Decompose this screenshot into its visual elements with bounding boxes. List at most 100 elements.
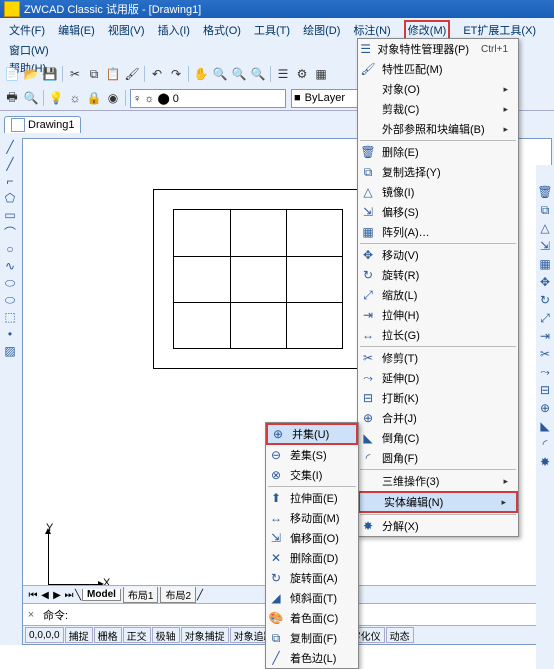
status-dyn[interactable]: 动态 <box>386 627 414 643</box>
menu-format[interactable]: 格式(O) <box>203 22 241 40</box>
undo-icon[interactable]: ↶ <box>149 66 165 82</box>
menu-object[interactable]: 对象(O)▸ <box>358 79 518 99</box>
tab-layout2[interactable]: 布局2 <box>160 587 196 603</box>
rotate-tool-icon[interactable]: ↻ <box>538 293 552 307</box>
menu-insert[interactable]: 插入(I) <box>158 22 190 40</box>
menu-view[interactable]: 视图(V) <box>108 22 145 40</box>
menu-extend[interactable]: ⤳延伸(D) <box>358 368 518 388</box>
status-osnap[interactable]: 对象捕捉 <box>181 627 229 643</box>
tab-layout1[interactable]: 布局1 <box>123 587 159 603</box>
submenu-rotateface[interactable]: ↻旋转面(A) <box>266 568 358 588</box>
menu-draw[interactable]: 绘图(D) <box>303 22 340 40</box>
menu-array[interactable]: ▦阵列(A)… <box>358 222 518 242</box>
submenu-extrudeface[interactable]: ⬆拉伸面(E) <box>266 488 358 508</box>
paste-icon[interactable]: 📋 <box>105 66 121 82</box>
menu-clip[interactable]: 剪裁(C)▸ <box>358 99 518 119</box>
status-ortho[interactable]: 正交 <box>123 627 151 643</box>
ellipsearc-icon[interactable]: ⬭ <box>3 293 17 307</box>
ray-icon[interactable]: ╱ <box>3 157 17 171</box>
mirror-tool-icon[interactable]: △ <box>538 221 552 235</box>
menu-erase[interactable]: 🗑删除(E) <box>358 142 518 162</box>
open-icon[interactable]: 📂 <box>23 66 39 82</box>
explode-tool-icon[interactable]: ✸ <box>538 455 552 469</box>
status-grid[interactable]: 栅格 <box>94 627 122 643</box>
copy-icon[interactable]: ⧉ <box>86 66 102 82</box>
menu-solidedit[interactable]: 实体编辑(N)▸ <box>358 491 518 513</box>
copy-tool-icon[interactable]: ⧉ <box>538 203 552 217</box>
cmd-close-icon[interactable]: × <box>23 609 39 621</box>
line-icon[interactable]: ╱ <box>3 140 17 154</box>
submenu-union[interactable]: ⊕并集(U) <box>266 423 358 445</box>
submenu-deleteface[interactable]: ✕删除面(D) <box>266 548 358 568</box>
menu-matchprop[interactable]: 🖌特性匹配(M) <box>358 59 518 79</box>
status-snap[interactable]: 捕捉 <box>65 627 93 643</box>
menu-break[interactable]: ⊟打断(K) <box>358 388 518 408</box>
layer1-icon[interactable]: 💡 <box>48 90 64 106</box>
new-icon[interactable]: 📄 <box>4 66 20 82</box>
tab-prev-icon[interactable]: ◀ <box>39 590 51 601</box>
props-icon[interactable]: ☰ <box>275 66 291 82</box>
menu-scale[interactable]: ⤢缩放(L) <box>358 285 518 305</box>
menu-file[interactable]: 文件(F) <box>9 22 45 40</box>
array-tool-icon[interactable]: ▦ <box>538 257 552 271</box>
submenu-taperface[interactable]: ◢倾斜面(T) <box>266 588 358 608</box>
fillet-tool-icon[interactable]: ◜ <box>538 437 552 451</box>
tab-next-icon[interactable]: ▶ <box>51 590 63 601</box>
layer-combo[interactable]: ♀ ☼ ⬤ 0 <box>130 89 286 108</box>
spline-icon[interactable]: ∿ <box>3 259 17 273</box>
zoomprev-icon[interactable]: 🔍 <box>250 66 266 82</box>
menu-xref[interactable]: 外部参照和块编辑(B)▸ <box>358 119 518 139</box>
menu-move[interactable]: ✥移动(V) <box>358 245 518 265</box>
print-icon[interactable]: 🖶 <box>4 90 20 106</box>
arc-icon[interactable]: ⌒ <box>3 225 17 239</box>
pan-icon[interactable]: ✋ <box>193 66 209 82</box>
ellipse-icon[interactable]: ⬭ <box>3 276 17 290</box>
submenu-moveface[interactable]: ↔移动面(M) <box>266 508 358 528</box>
menu-explode[interactable]: ✸分解(X) <box>358 516 518 536</box>
adc-icon[interactable]: ⚙ <box>294 66 310 82</box>
menu-window[interactable]: 窗口(W) <box>9 42 49 60</box>
menu-copy[interactable]: ⧉复制选择(Y) <box>358 162 518 182</box>
hatch-icon[interactable]: ▨ <box>3 344 17 358</box>
offset-tool-icon[interactable]: ⇲ <box>538 239 552 253</box>
cut-icon[interactable]: ✂ <box>67 66 83 82</box>
save-icon[interactable]: 💾 <box>42 66 58 82</box>
tab-first-icon[interactable]: ⏮ <box>27 590 39 601</box>
menu-mirror[interactable]: △镜像(I) <box>358 182 518 202</box>
circle-icon[interactable]: ○ <box>3 242 17 256</box>
trim-tool-icon[interactable]: ✂ <box>538 347 552 361</box>
menu-lengthen[interactable]: ↔拉长(G) <box>358 325 518 345</box>
layer3-icon[interactable]: 🔒 <box>86 90 102 106</box>
zoom-icon[interactable]: 🔍 <box>212 66 228 82</box>
submenu-colorface[interactable]: 🎨着色面(C) <box>266 608 358 628</box>
menu-tools[interactable]: 工具(T) <box>254 22 290 40</box>
menu-join[interactable]: ⊕合并(J) <box>358 408 518 428</box>
tp-icon[interactable]: ▦ <box>313 66 329 82</box>
submenu-copyface[interactable]: ⧉复制面(F) <box>266 628 358 648</box>
menu-fillet[interactable]: ◜圆角(F) <box>358 448 518 468</box>
rect-icon[interactable]: ▭ <box>3 208 17 222</box>
menu-trim[interactable]: ✂修剪(T) <box>358 348 518 368</box>
polygon-icon[interactable]: ⬠ <box>3 191 17 205</box>
menu-chamfer[interactable]: ◣倒角(C) <box>358 428 518 448</box>
menu-rotate[interactable]: ↻旋转(R) <box>358 265 518 285</box>
menu-3dops[interactable]: 三维操作(3)▸ <box>358 471 518 491</box>
extend-tool-icon[interactable]: ⤳ <box>538 365 552 379</box>
menu-offset[interactable]: ⇲偏移(S) <box>358 202 518 222</box>
matchprop-icon[interactable]: 🖌 <box>124 66 140 82</box>
move-tool-icon[interactable]: ✥ <box>538 275 552 289</box>
join-tool-icon[interactable]: ⊕ <box>538 401 552 415</box>
layer2-icon[interactable]: ☼ <box>67 90 83 106</box>
tab-model[interactable]: Model <box>82 589 121 601</box>
menu-stretch[interactable]: ⇥拉伸(H) <box>358 305 518 325</box>
block-icon[interactable]: ⬚ <box>3 310 17 324</box>
chamfer-tool-icon[interactable]: ◣ <box>538 419 552 433</box>
zoomwin-icon[interactable]: 🔍 <box>231 66 247 82</box>
submenu-intersect[interactable]: ⊗交集(I) <box>266 465 358 485</box>
stretch-tool-icon[interactable]: ⇥ <box>538 329 552 343</box>
layer4-icon[interactable]: ◉ <box>105 90 121 106</box>
submenu-subtract[interactable]: ⊖差集(S) <box>266 445 358 465</box>
pline-icon[interactable]: ⌐ <box>3 174 17 188</box>
erase-tool-icon[interactable]: 🗑 <box>538 185 552 199</box>
menu-edit[interactable]: 编辑(E) <box>58 22 95 40</box>
